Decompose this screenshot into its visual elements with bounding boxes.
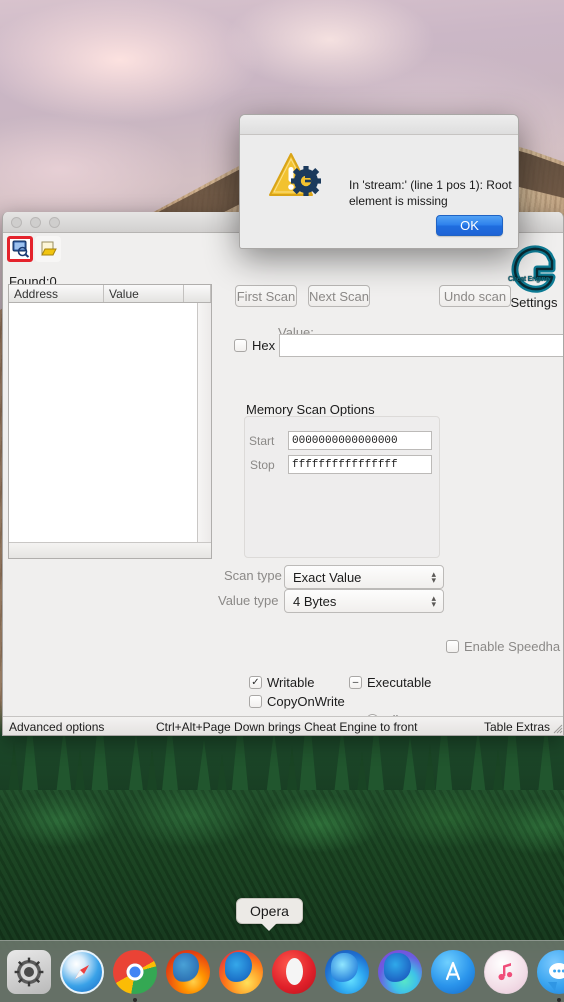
stop-address-label: Stop <box>250 458 275 472</box>
copyonwrite-checkbox-label: CopyOnWrite <box>267 694 345 709</box>
warning-gear-icon <box>267 151 327 205</box>
compass-icon[interactable] <box>60 949 104 994</box>
gear-icon[interactable] <box>7 949 51 994</box>
scan-type-label: Scan type <box>224 568 282 583</box>
dock-item-opera[interactable] <box>271 949 317 995</box>
value-type-label: Value type <box>218 593 279 608</box>
dock-item-system-preferences[interactable] <box>6 949 52 995</box>
column-header-value[interactable]: Value <box>104 285 184 302</box>
settings-label: Settings <box>510 295 558 310</box>
dock-item-firefox[interactable] <box>165 949 211 995</box>
dock-item-firefox-developer[interactable] <box>324 949 370 995</box>
address-result-list[interactable]: Address Value <box>8 284 212 559</box>
speech-bubble-glyph <box>549 962 564 979</box>
status-bar: Advanced options Ctrl+Alt+Page Down brin… <box>3 716 563 735</box>
table-extras-link[interactable]: Table Extras <box>484 720 550 734</box>
dialog-titlebar[interactable] <box>240 115 518 135</box>
enable-speedhack-checkbox[interactable]: Enable Speedha <box>446 639 560 654</box>
scan-type-value: Exact Value <box>293 569 362 585</box>
open-file-glyph <box>40 241 57 256</box>
address-list-body[interactable] <box>9 303 211 541</box>
scan-type-stepper-icon[interactable]: ▴ ▾ <box>431 570 436 585</box>
executable-checkbox-box[interactable]: – <box>349 676 362 689</box>
value-type-select[interactable]: 4 Bytes ▴ ▾ <box>284 589 444 613</box>
error-dialog[interactable]: In 'stream:' (line 1 pos 1): Root elemen… <box>239 114 519 249</box>
copyonwrite-checkbox[interactable]: CopyOnWrite <box>249 694 345 709</box>
firefox-icon[interactable] <box>166 949 210 994</box>
hex-checkbox-label: Hex <box>252 338 276 353</box>
writable-checkbox-box[interactable]: ✓ <box>249 676 262 689</box>
dock-item-safari[interactable] <box>59 949 105 995</box>
column-header-spacer <box>184 285 211 302</box>
running-indicator <box>133 997 137 1002</box>
macos-dock[interactable] <box>0 940 564 1002</box>
value-type-value: 4 Bytes <box>293 593 337 609</box>
advanced-options-link[interactable]: Advanced options <box>9 720 104 734</box>
status-hint-text: Ctrl+Alt+Page Down brings Cheat Engine t… <box>156 720 418 734</box>
app-store-glyph <box>445 961 461 980</box>
window-zoom-button[interactable] <box>49 216 60 228</box>
address-list-scrollbar[interactable] <box>197 303 211 542</box>
gear-glyph <box>14 957 44 986</box>
speech-bubble-icon[interactable] <box>537 949 564 994</box>
dock-item-firefox-nightly[interactable] <box>377 949 423 995</box>
wallpaper-canopy <box>0 790 564 950</box>
dialog-ok-button[interactable]: OK <box>436 215 503 236</box>
address-list-header: Address Value <box>9 285 211 303</box>
stop-address-input[interactable]: ffffffffffffffff <box>288 455 432 474</box>
hex-checkbox-box[interactable] <box>234 339 247 352</box>
compass-glyph <box>75 964 89 979</box>
process-selector-icon[interactable] <box>7 235 33 262</box>
next-scan-button[interactable]: Next Scan <box>308 285 370 307</box>
dock-item-app-store[interactable] <box>430 949 476 995</box>
start-address-input[interactable]: 0000000000000000 <box>288 431 432 450</box>
address-list-hscrollbar[interactable] <box>9 542 211 558</box>
window-minimize-button[interactable] <box>30 216 41 228</box>
column-header-address[interactable]: Address <box>9 285 104 302</box>
dock-tooltip: Opera <box>236 898 303 924</box>
dock-item-messages[interactable] <box>536 949 564 1002</box>
running-indicator <box>557 997 561 1002</box>
copyonwrite-checkbox-box[interactable] <box>249 695 262 708</box>
resize-grip-icon[interactable] <box>551 722 563 734</box>
music-note-glyph <box>498 962 513 980</box>
scan-type-select[interactable]: Exact Value ▴ ▾ <box>284 565 444 589</box>
writable-checkbox[interactable]: ✓ Writable <box>249 675 314 690</box>
opera-icon[interactable] <box>272 949 316 994</box>
firefox-developer-icon[interactable] <box>325 949 369 994</box>
app-store-icon[interactable] <box>431 949 475 994</box>
undo-scan-button[interactable]: Undo scan <box>439 285 511 307</box>
executable-checkbox[interactable]: – Executable <box>349 675 431 690</box>
window-close-button[interactable] <box>11 216 22 228</box>
memory-scan-options-title: Memory Scan Options <box>246 402 375 417</box>
hex-checkbox[interactable]: Hex <box>234 338 275 353</box>
enable-speedhack-checkbox-box[interactable] <box>446 640 459 653</box>
dialog-message: In 'stream:' (line 1 pos 1): Root elemen… <box>349 178 512 209</box>
dock-item-chrome[interactable] <box>112 949 158 1002</box>
firefox-quantum-icon[interactable] <box>219 949 263 994</box>
chrome-icon[interactable] <box>113 949 157 994</box>
music-note-icon[interactable] <box>484 949 528 994</box>
executable-checkbox-label: Executable <box>367 675 432 690</box>
scan-value-input[interactable] <box>279 334 563 357</box>
start-address-label: Start <box>249 434 275 448</box>
process-selector-glyph <box>12 240 29 258</box>
warning-gear-glyph <box>269 153 321 196</box>
first-scan-button[interactable]: First Scan <box>235 285 297 307</box>
writable-checkbox-label: Writable <box>267 675 315 690</box>
cheat-engine-window[interactable]: Found:0 Address Value First Scan Next Sc… <box>2 212 564 736</box>
dock-item-itunes[interactable] <box>483 949 529 995</box>
cheat-engine-logo-text: Cheat Engine <box>508 276 550 283</box>
open-file-icon[interactable] <box>35 235 61 262</box>
enable-speedhack-label: Enable Speedha <box>464 639 561 654</box>
firefox-nightly-icon[interactable] <box>378 949 422 994</box>
dock-item-firefox-quantum[interactable] <box>218 949 264 995</box>
value-type-stepper-icon[interactable]: ▴ ▾ <box>431 594 436 609</box>
